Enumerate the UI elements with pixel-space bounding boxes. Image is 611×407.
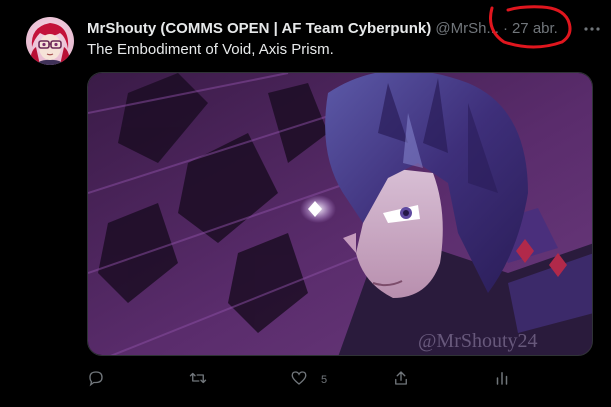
- share-button[interactable]: [392, 368, 423, 392]
- like-icon: [290, 369, 308, 392]
- separator-dot: ·: [502, 20, 508, 37]
- share-icon: [392, 369, 410, 392]
- analytics-button[interactable]: [493, 368, 511, 392]
- tweet-media-image[interactable]: @MrShouty24: [87, 72, 593, 356]
- retweet-icon: [189, 369, 207, 392]
- like-count: 5: [321, 374, 328, 386]
- image-watermark: @MrShouty24: [418, 330, 538, 352]
- tweet-header: MrShouty (COMMS OPEN | AF Team Cyberpunk…: [87, 19, 558, 39]
- tweet-actions: 5: [87, 368, 593, 392]
- display-name[interactable]: MrShouty (COMMS OPEN | AF Team Cyberpunk…: [87, 20, 431, 37]
- avatar[interactable]: [26, 17, 74, 65]
- more-icon[interactable]: [580, 18, 604, 40]
- user-handle[interactable]: @MrSh...: [435, 20, 499, 37]
- retweet-button[interactable]: [189, 368, 220, 392]
- tweet-text: The Embodiment of Void, Axis Prism.: [87, 41, 334, 58]
- reply-icon: [87, 369, 105, 392]
- tweet-date[interactable]: 27 abr.: [512, 20, 558, 37]
- analytics-icon: [493, 369, 511, 392]
- like-button[interactable]: 5: [290, 368, 327, 392]
- tweet[interactable]: MrShouty (COMMS OPEN | AF Team Cyberpunk…: [0, 0, 611, 407]
- reply-button[interactable]: [87, 368, 118, 392]
